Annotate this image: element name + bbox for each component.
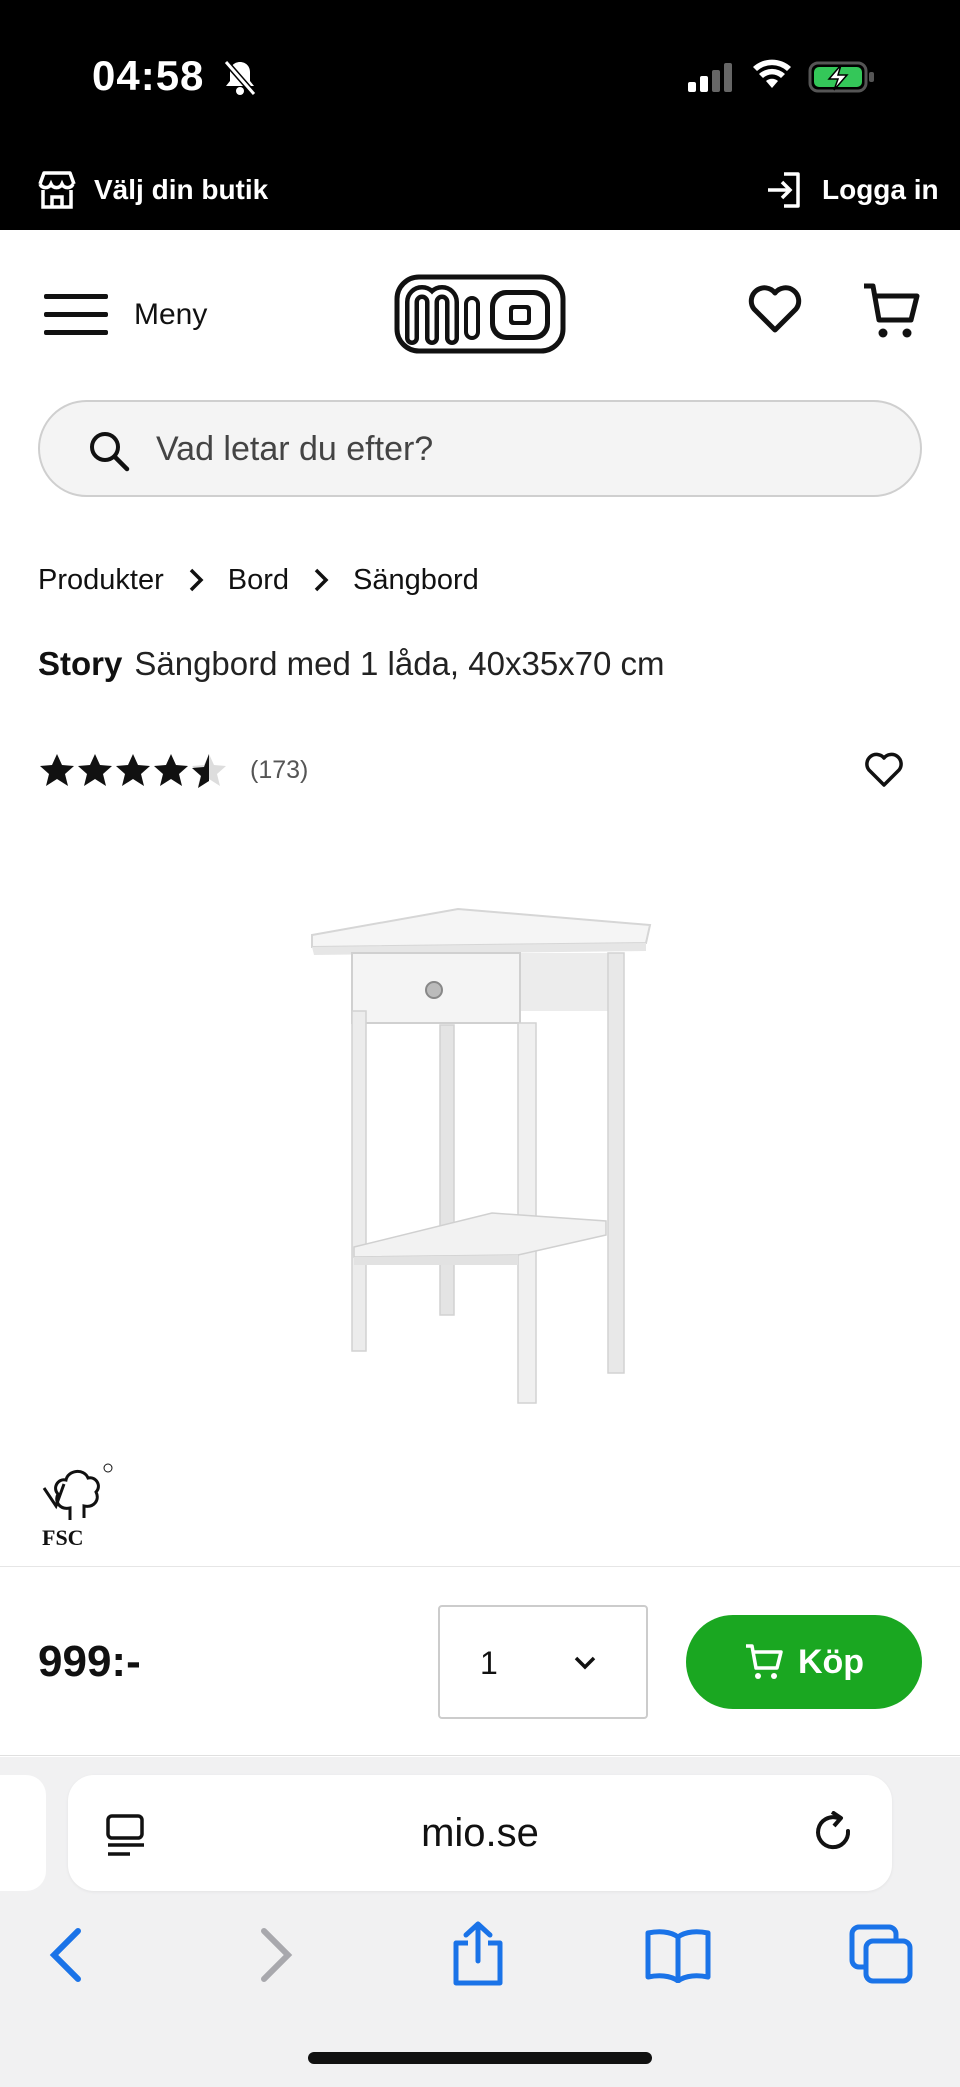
- status-bar: 04:58: [0, 0, 960, 150]
- cart-icon: [744, 1643, 784, 1681]
- buy-button-label: Köp: [797, 1642, 865, 1681]
- fsc-logo: FSC: [40, 1460, 120, 1555]
- chevron-right-icon: [188, 567, 204, 593]
- site-header: Meny: [0, 230, 960, 390]
- wifi-icon: [752, 58, 792, 95]
- purchase-bar: 999:- 1 Köp: [0, 1566, 960, 1756]
- chevron-right-icon: [313, 567, 329, 593]
- previous-tab-preview[interactable]: [0, 1775, 46, 1891]
- tabs-overview-icon[interactable]: [848, 1923, 914, 1990]
- share-icon[interactable]: [450, 1921, 506, 1992]
- star-half-icon: [192, 754, 226, 788]
- url-text[interactable]: mio.se: [68, 1811, 892, 1856]
- status-time: 04:58: [92, 52, 205, 99]
- search-icon: [88, 430, 130, 477]
- browser-toolbar: mio.se: [0, 1757, 960, 2087]
- back-arrow-icon[interactable]: [48, 1927, 84, 1988]
- product-brand: Story: [38, 645, 123, 682]
- cellular-signal-icon: [686, 62, 734, 97]
- forward-arrow-icon[interactable]: [258, 1927, 294, 1988]
- svg-text:FSC: FSC: [42, 1525, 84, 1550]
- breadcrumb-item-produkter[interactable]: Produkter: [38, 564, 164, 597]
- product-price: 999:-: [38, 1637, 141, 1686]
- product-image[interactable]: [300, 895, 680, 1440]
- bell-slash-icon: [222, 58, 258, 103]
- product-description: Sängbord med 1 låda, 40x35x70 cm: [134, 645, 665, 682]
- breadcrumb-item-bord[interactable]: Bord: [228, 564, 289, 597]
- breadcrumb-item-sangbord[interactable]: Sängbord: [353, 564, 479, 597]
- home-indicator[interactable]: [308, 2052, 652, 2064]
- search-input[interactable]: [156, 426, 856, 472]
- battery-charging-icon: [808, 60, 876, 99]
- reload-icon[interactable]: [814, 1810, 858, 1864]
- store-bar: Välj din butik Logga in: [0, 150, 960, 230]
- store-icon[interactable]: [36, 170, 78, 215]
- favorite-heart-icon[interactable]: [864, 752, 904, 793]
- buy-button[interactable]: Köp: [686, 1615, 922, 1709]
- shopping-cart-icon[interactable]: [862, 282, 922, 345]
- quantity-value: 1: [480, 1645, 498, 1681]
- star-full-icon: [78, 754, 112, 786]
- login-link[interactable]: Logga in: [822, 174, 939, 206]
- address-bar[interactable]: mio.se: [68, 1775, 892, 1891]
- chevron-down-icon: [572, 1647, 598, 1682]
- star-full-icon: [40, 754, 74, 786]
- login-icon[interactable]: [764, 170, 804, 215]
- bookmarks-book-icon[interactable]: [644, 1927, 712, 1988]
- menu-button[interactable]: Meny: [134, 298, 207, 332]
- breadcrumb: Produkter Bord Sängbord: [38, 560, 479, 600]
- review-count[interactable]: (173): [250, 756, 308, 785]
- star-full-icon: [116, 754, 150, 786]
- choose-store-link[interactable]: Välj din butik: [94, 174, 268, 206]
- quantity-select[interactable]: 1: [438, 1605, 648, 1719]
- wishlist-heart-icon[interactable]: [748, 284, 802, 339]
- mio-logo[interactable]: [394, 274, 566, 359]
- search-bar[interactable]: [38, 400, 922, 497]
- product-title: Story Sängbord med 1 låda, 40x35x70 cm: [38, 645, 665, 683]
- product-rating[interactable]: (173): [38, 752, 308, 788]
- star-full-icon: [154, 754, 188, 786]
- hamburger-menu-icon[interactable]: [44, 292, 108, 343]
